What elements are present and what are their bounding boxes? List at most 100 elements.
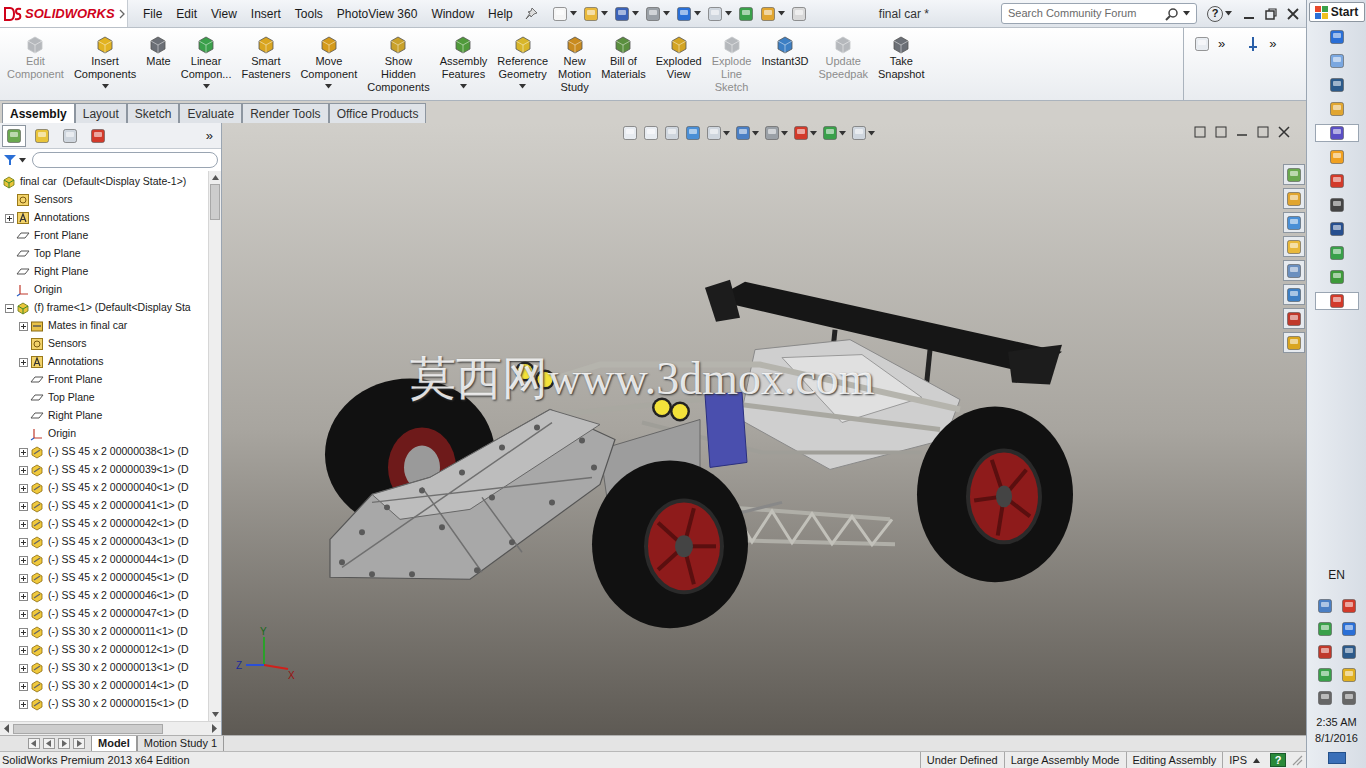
maximize-view-icon[interactable] [1194,36,1210,52]
dropdown-arrow-icon[interactable] [325,84,332,89]
taskbar-app[interactable] [1315,124,1359,142]
dropdown-arrow-icon[interactable] [810,131,817,136]
app-icon[interactable] [1329,221,1345,237]
expand-icon[interactable] [19,322,28,331]
app-icon[interactable] [1329,173,1345,189]
toolbar-button[interactable] [738,6,754,22]
scroll-thumb[interactable] [13,724,163,734]
tree-item[interactable]: (-) SS 45 x 2 00000047<1> (D [0,605,208,623]
dropdown-arrow-icon[interactable] [19,158,26,163]
bottom-tab[interactable]: Model [91,736,137,751]
expand-icon[interactable] [19,358,28,367]
menu-item[interactable]: Tools [288,5,330,23]
toolbar-button[interactable] [791,6,807,22]
viewport-minimize-icon[interactable] [1236,126,1248,138]
task-pane-icon[interactable] [1286,215,1302,231]
tray-icon[interactable] [1317,598,1333,614]
menu-item[interactable]: Help [481,5,520,23]
task-pane-tab[interactable] [1283,188,1305,209]
task-pane-tab[interactable] [1283,236,1305,257]
app-icon[interactable] [1329,77,1345,93]
dropdown-arrow-icon[interactable] [460,84,467,89]
command-tab[interactable]: Layout [75,103,127,123]
expand-icon[interactable] [19,682,28,691]
previous-view-icon[interactable] [664,125,680,141]
tray-icon[interactable] [1341,621,1357,637]
appearance-icon[interactable] [793,125,809,141]
zoom-fit-icon[interactable] [622,125,638,141]
status-item[interactable]: Under Defined [920,752,1004,768]
menu-item[interactable]: Edit [169,5,204,23]
display-manager-icon[interactable] [90,128,106,144]
taskbar-app[interactable] [1315,196,1359,214]
task-pane-icon[interactable] [1286,335,1302,351]
command-tab[interactable]: Assembly [2,103,75,123]
tree-item[interactable]: (-) SS 45 x 2 00000045<1> (D [0,569,208,587]
scroll-down-icon[interactable] [212,712,219,717]
filter-field[interactable] [32,152,218,168]
last-tab-icon[interactable] [73,738,85,749]
tree-item[interactable]: Top Plane [0,389,208,407]
panel-more[interactable]: » [206,126,213,146]
app-icon[interactable] [1329,29,1345,45]
tree-item[interactable]: (-) SS 45 x 2 00000038<1> (D [0,443,208,461]
dropdown-arrow-icon[interactable] [570,11,577,16]
tree-item[interactable]: (-) SS 45 x 2 00000043<1> (D [0,533,208,551]
logo[interactable]: SOLIDWORKS [0,0,128,27]
tree-item[interactable]: (-) SS 45 x 2 00000046<1> (D [0,587,208,605]
horizontal-scrollbar[interactable] [0,721,221,735]
command-button[interactable]: Bill ofMaterials [596,33,651,81]
command-button[interactable]: MoveComponent [295,33,362,89]
toolbar-button[interactable] [583,6,608,22]
scene-icon[interactable] [822,125,838,141]
previous-tab-icon[interactable] [43,738,55,749]
app-icon[interactable] [1329,125,1345,141]
command-button[interactable]: ExplodedView [651,33,707,81]
search-icon[interactable] [1165,7,1179,21]
dropdown-arrow-icon[interactable] [839,131,846,136]
expand-icon[interactable] [19,592,28,601]
taskbar-app[interactable] [1315,268,1359,286]
expand-icon[interactable] [19,610,28,619]
undo-icon[interactable] [676,6,692,22]
dropdown-arrow-icon[interactable] [778,11,785,16]
task-pane-tab[interactable] [1283,260,1305,281]
app-icon[interactable] [1329,149,1345,165]
task-pane-icon[interactable] [1286,191,1302,207]
view-orientation-icon[interactable] [706,125,722,141]
command-button[interactable]: Mate [141,33,175,68]
taskbar-app[interactable] [1315,244,1359,262]
toolbar-button[interactable] [614,6,639,22]
status-item[interactable]: Large Assembly Mode [1004,752,1126,768]
tree-item[interactable]: (-) SS 30 x 2 00000012<1> (D [0,641,208,659]
dropdown-arrow-icon[interactable] [723,131,730,136]
expand-icon[interactable] [19,664,28,673]
view-settings-icon[interactable] [851,125,867,141]
tree-item[interactable]: (-) SS 45 x 2 00000040<1> (D [0,479,208,497]
status-help[interactable]: ? [1270,753,1286,767]
tree-item[interactable]: (-) SS 30 x 2 00000011<1> (D [0,623,208,641]
app-icon[interactable] [1329,269,1345,285]
more-button[interactable]: » [1269,36,1276,52]
file-properties-icon[interactable] [791,6,807,22]
command-button[interactable]: TakeSnapshot [873,33,929,81]
menu-item[interactable]: File [136,5,169,23]
tree-item[interactable]: Right Plane [0,407,208,425]
pin-ribbon-icon[interactable] [1245,36,1261,52]
command-button[interactable]: SmartFasteners [236,33,295,81]
tree-item[interactable]: (-) SS 45 x 2 00000039<1> (D [0,461,208,479]
dropdown-arrow-icon[interactable] [1183,11,1190,16]
status-item[interactable]: IPS [1222,752,1266,768]
task-pane-icon[interactable] [1286,263,1302,279]
start-button[interactable]: Start [1309,2,1365,22]
tray-icon[interactable] [1317,667,1333,683]
tray-icon[interactable] [1317,621,1333,637]
tree-item[interactable]: Mates in final car [0,317,208,335]
car-model[interactable] [222,123,1306,735]
viewport-close-icon[interactable] [1278,126,1290,138]
dropdown-arrow-icon[interactable] [663,11,670,16]
command-tab[interactable]: Sketch [127,103,180,123]
minimize-icon[interactable] [1242,7,1256,21]
print-icon[interactable] [645,6,661,22]
command-button[interactable]: NewMotionStudy [553,33,596,94]
